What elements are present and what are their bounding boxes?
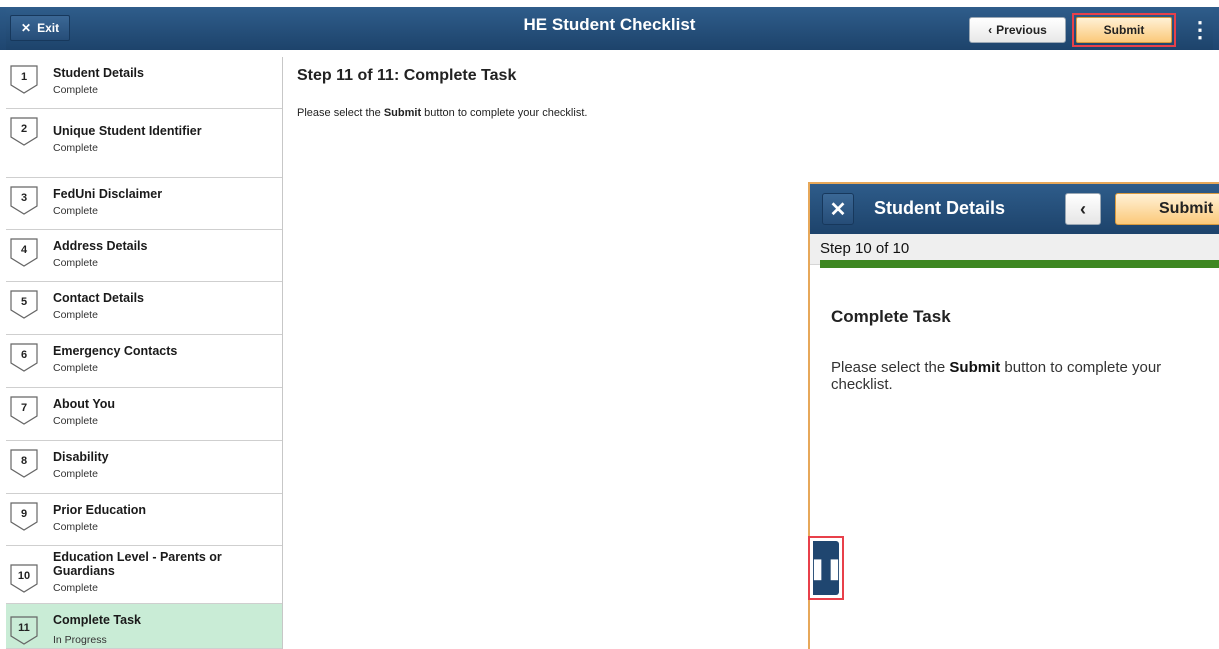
step-status: Complete [53, 309, 98, 321]
pause-icon: ❚❚ [809, 557, 843, 580]
step-label: Complete Task [53, 613, 141, 627]
sidebar-step-8[interactable]: 8 Disability Complete [6, 441, 282, 494]
step-label: Emergency Contacts [53, 344, 178, 358]
sidebar-step-11[interactable]: 11 Complete Task In Progress [6, 604, 282, 649]
step-status: Complete [53, 257, 98, 269]
mobile-progress-bar [820, 260, 1219, 268]
step-status: Complete [53, 84, 98, 96]
step-number-badge: 1 [10, 65, 38, 94]
exit-label: Exit [37, 21, 60, 35]
step-number-badge: 9 [10, 502, 38, 531]
sidebar-step-5[interactable]: 5 Contact Details Complete [6, 282, 282, 335]
submit-button[interactable]: Submit [1076, 17, 1172, 43]
step-number: 2 [20, 123, 28, 135]
sidebar-step-3[interactable]: 3 FedUni Disclaimer Complete [6, 178, 282, 230]
mobile-preview: ✕ Student Details ‹ Submit Step 10 of 10… [808, 182, 1219, 649]
sidebar-step-7[interactable]: 7 About You Complete [6, 388, 282, 441]
mobile-close-button[interactable]: ✕ [822, 193, 854, 225]
step-status: Complete [53, 582, 98, 594]
sidebar-step-9[interactable]: 9 Prior Education Complete [6, 494, 282, 546]
step-status: Complete [53, 362, 98, 374]
step-label: Education Level - Parents or [53, 550, 222, 564]
step-number-badge: 8 [10, 449, 38, 478]
chevron-left-icon: ‹ [1080, 198, 1086, 219]
sidebar-step-1[interactable]: 1 Student Details Complete [6, 57, 282, 109]
step-number: 6 [20, 349, 28, 361]
step-number-badge: 11 [10, 616, 38, 645]
step-label: Prior Education [53, 503, 147, 517]
step-number-badge: 5 [10, 290, 38, 319]
pause-button[interactable]: ❚❚ [809, 541, 843, 595]
sidebar-step-2[interactable]: 2 Unique Student Identifier Complete [6, 109, 282, 178]
previous-button[interactable]: ‹ Previous [969, 17, 1066, 43]
step-status: Complete [53, 521, 98, 533]
kebab-menu-icon[interactable]: ⋮ [1187, 15, 1213, 45]
step-number-badge: 7 [10, 396, 38, 425]
step-number: 3 [20, 192, 28, 204]
close-icon: ✕ [21, 21, 32, 35]
step-number-badge: 10 [10, 564, 38, 593]
step-number: 1 [20, 71, 28, 83]
mobile-text-before: Please select the [831, 359, 950, 376]
step-status: Complete [53, 415, 98, 427]
step-title: Step 11 of 11: Complete Task [297, 67, 517, 84]
mobile-step-bar: Step 10 of 10 [810, 234, 1219, 268]
step-label: Contact Details [53, 291, 144, 305]
submit-button-highlight: Submit [1072, 13, 1176, 47]
step-number: 5 [20, 296, 28, 308]
step-label: Student Details [53, 66, 144, 80]
sidebar-step-4[interactable]: 4 Address Details Complete [6, 230, 282, 282]
step-label-line2: Guardians [53, 564, 115, 578]
mobile-text-bold: Submit [949, 359, 1001, 376]
exit-button[interactable]: ✕ Exit [10, 15, 71, 41]
step-label: FedUni Disclaimer [53, 187, 163, 201]
mobile-step-text: Step 10 of 10 [820, 240, 910, 257]
step-number: 4 [20, 244, 28, 256]
step-label: About You [53, 397, 116, 411]
step-number: 11 [18, 622, 30, 634]
step-status: Complete [53, 468, 98, 480]
sidebar-step-6[interactable]: 6 Emergency Contacts Complete [6, 335, 282, 388]
instruction-bold: Submit [383, 107, 422, 119]
step-number: 7 [20, 402, 28, 414]
step-status: In Progress [53, 634, 107, 646]
step-number-badge: 3 [10, 186, 38, 215]
step-number: 9 [20, 508, 28, 520]
mobile-back-button[interactable]: ‹ [1065, 193, 1101, 225]
step-label: Address Details [53, 239, 148, 253]
close-icon: ✕ [829, 198, 847, 221]
step-number: 10 [17, 570, 31, 582]
step-status: Complete [53, 142, 98, 154]
step-number-badge: 6 [10, 343, 38, 372]
pause-button-highlight: ❚❚ [808, 536, 844, 600]
mobile-title: Student Details [874, 198, 1006, 218]
step-number-badge: 2 [10, 117, 38, 146]
previous-label: Previous [996, 23, 1047, 37]
mobile-content-title: Complete Task [831, 307, 951, 326]
step-label: Unique Student Identifier [53, 124, 202, 138]
step-number-badge: 4 [10, 238, 38, 267]
step-sidebar: 1 Student Details Complete 2 Unique Student … [6, 57, 283, 649]
step-label: Disability [53, 450, 109, 464]
chevron-left-icon: ‹ [988, 23, 993, 37]
header-bar: ✕ Exit HE Student Checklist ‹ Previous S… [0, 0, 1219, 50]
mobile-submit-button[interactable]: Submit [1115, 193, 1219, 225]
instruction-after: button to complete your checklist. [421, 107, 588, 119]
sidebar-step-10[interactable]: 10 Education Level - Parents or Guardians C… [6, 546, 282, 604]
mobile-header: ✕ Student Details ‹ Submit [810, 184, 1219, 234]
step-number: 8 [20, 455, 28, 467]
mobile-content-text: Please select the Submit button to compl… [831, 359, 1219, 393]
instruction-before: Please select the [297, 107, 384, 119]
instruction-text: Please select the Submit button to compl… [297, 107, 587, 119]
step-status: Complete [53, 205, 98, 217]
